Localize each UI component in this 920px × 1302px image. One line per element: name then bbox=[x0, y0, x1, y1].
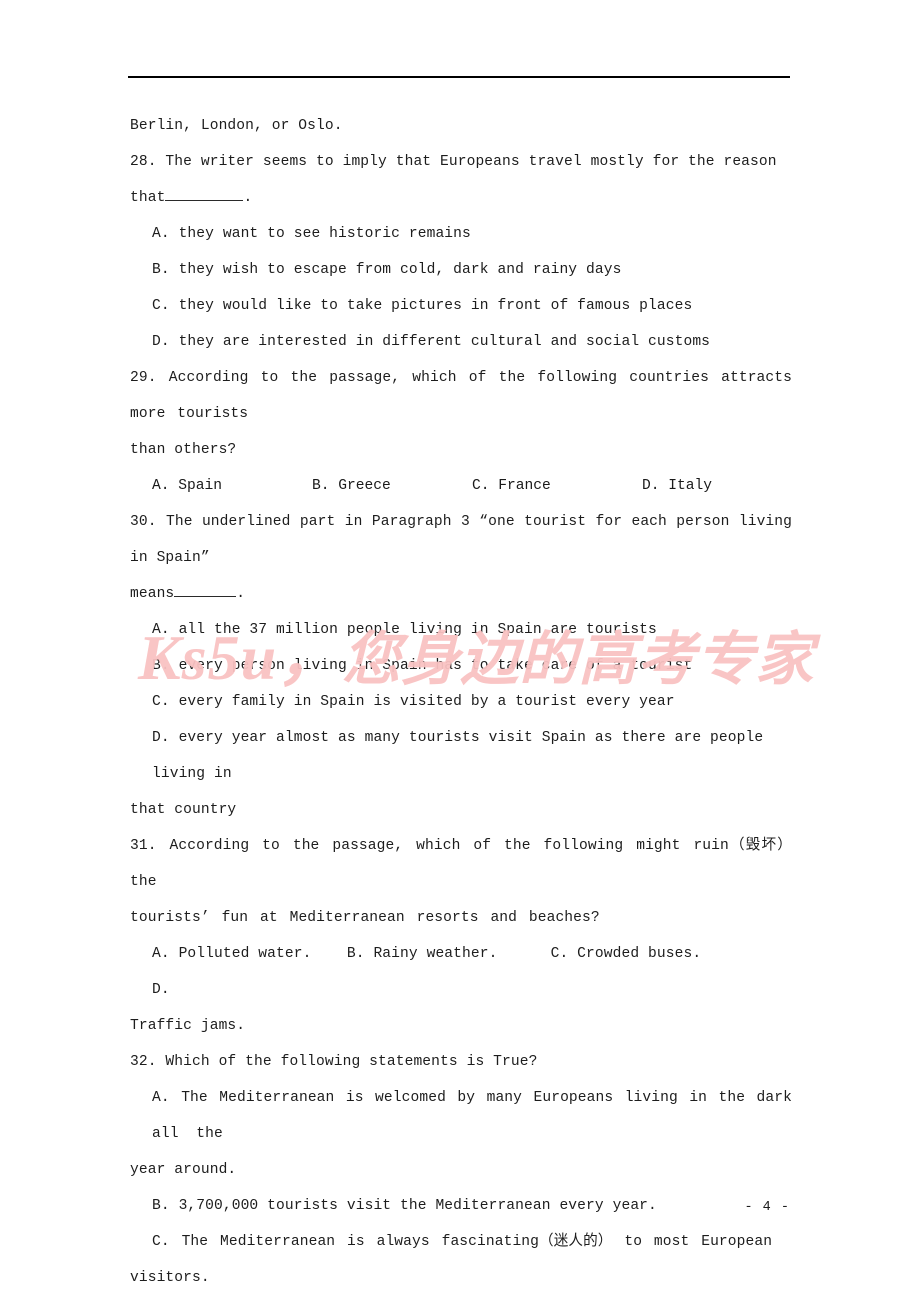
question-32-option-c-wrap: visitors. bbox=[130, 1270, 210, 1286]
question-28-option-c-text: C. they would like to take pictures in f… bbox=[152, 298, 693, 314]
question-29-options-row: A. Spain B. Greece C. France D. Italy bbox=[130, 468, 792, 504]
question-31-stem-line-1: 31. According to the passage, which of t… bbox=[130, 838, 804, 890]
question-31-option-d-wrap: Traffic jams. bbox=[130, 1018, 246, 1034]
carryover-line: Berlin, London, or Oslo. bbox=[130, 118, 343, 134]
question-30-option-d[interactable]: D. every year almost as many tourists vi… bbox=[130, 720, 792, 792]
question-31-options-row[interactable]: A. Polluted water. B. Rainy weather. C. … bbox=[130, 936, 792, 1008]
question-28-option-c[interactable]: C. they would like to take pictures in f… bbox=[130, 288, 792, 324]
question-29-option-a[interactable]: A. Spain bbox=[152, 468, 312, 504]
document-body: Berlin, London, or Oslo. 28. The writer … bbox=[130, 108, 792, 1302]
question-28-option-a[interactable]: A. they want to see historic remains bbox=[130, 216, 792, 252]
question-30-stem-line-2: means. bbox=[130, 576, 792, 612]
question-28-answer-blank[interactable] bbox=[165, 200, 244, 201]
question-30-stem-line-1: 30. The underlined part in Paragraph 3 “… bbox=[130, 514, 801, 566]
question-29-option-c[interactable]: C. France bbox=[472, 468, 642, 504]
question-30-stem-line-2-text: means bbox=[130, 586, 175, 602]
question-32-option-a[interactable]: A. The Mediterranean is welcomed by many… bbox=[130, 1080, 792, 1152]
question-32-option-b[interactable]: B. 3,700,000 tourists visit the Mediterr… bbox=[130, 1188, 792, 1224]
question-30-option-b[interactable]: B. every person living in Spain has to t… bbox=[130, 648, 792, 684]
question-28-stem-period: . bbox=[243, 190, 253, 206]
question-31-stem-line-2: tourists’ fun at Mediterranean resorts a… bbox=[130, 910, 600, 926]
page-number: - 4 - bbox=[744, 1200, 790, 1215]
question-29-stem-line-2: than others? bbox=[130, 442, 237, 458]
question-30-stem-line-2-period: . bbox=[236, 586, 246, 602]
exam-page: Berlin, London, or Oslo. 28. The writer … bbox=[0, 0, 920, 1302]
question-29-stem-line-1: 29. According to the passage, which of t… bbox=[130, 370, 804, 422]
question-32-stem: 32. Which of the following statements is… bbox=[130, 1054, 538, 1070]
question-32-option-d[interactable]: D. The Mediterranean is now the only pla… bbox=[130, 1296, 792, 1302]
question-28-stem-text: 28. The writer seems to imply that Europ… bbox=[130, 154, 786, 206]
question-32-option-a-wrap: year around. bbox=[130, 1162, 237, 1178]
question-30-option-c[interactable]: C. every family in Spain is visited by a… bbox=[130, 684, 792, 720]
question-30-option-a[interactable]: A. all the 37 million people living in S… bbox=[130, 612, 792, 648]
question-28-option-d[interactable]: D. they are interested in different cult… bbox=[130, 324, 792, 360]
question-28-stem: 28. The writer seems to imply that Europ… bbox=[130, 144, 792, 216]
question-29-option-b[interactable]: B. Greece bbox=[312, 468, 472, 504]
header-divider-rule bbox=[128, 76, 790, 78]
question-30-option-d-wrap: that country bbox=[130, 802, 237, 818]
question-29-option-d[interactable]: D. Italy bbox=[642, 468, 712, 504]
question-32-option-c[interactable]: C. The Mediterranean is always fascinati… bbox=[130, 1224, 792, 1260]
question-30-answer-blank[interactable] bbox=[174, 596, 237, 597]
question-28-option-b[interactable]: B. they wish to escape from cold, dark a… bbox=[130, 252, 792, 288]
